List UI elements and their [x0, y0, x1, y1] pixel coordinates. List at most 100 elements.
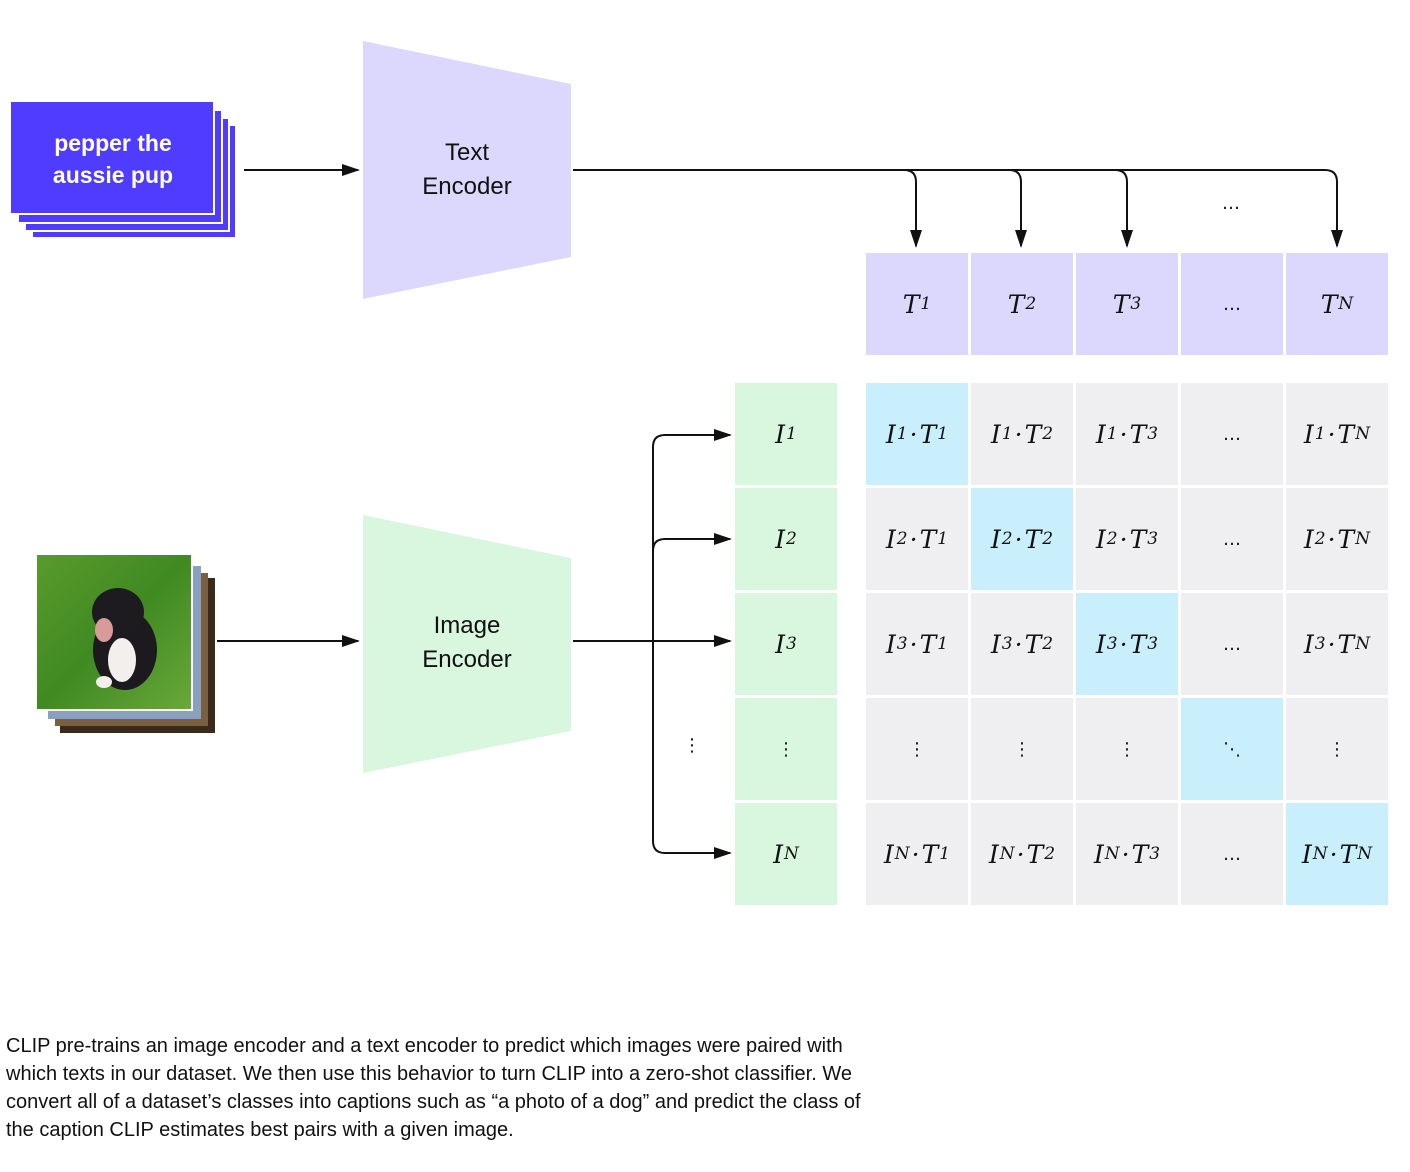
similarity-cell-2-3: I 2 · T 3: [1076, 488, 1178, 590]
dot-product-operator: ·: [1329, 839, 1338, 869]
symbol: T: [1129, 524, 1147, 554]
text-embedding-3: T3: [1076, 253, 1178, 355]
symbol: I: [883, 839, 894, 869]
similarity-cell-1-5: I 1 · T N: [1286, 383, 1388, 485]
text-encoder-line2: Encoder: [422, 173, 512, 200]
image-embedding-3: I3: [735, 593, 837, 695]
subscript: N: [1338, 294, 1354, 314]
image-encoder-label: Image Encoder: [363, 609, 571, 677]
symbol: I: [1301, 839, 1312, 869]
dot-product-operator: ·: [1016, 839, 1025, 869]
subscript: 1: [1106, 424, 1118, 444]
similarity-cell-5-1: I N · T 1: [866, 803, 968, 905]
symbol: T: [919, 629, 937, 659]
symbol: T: [1337, 629, 1355, 659]
subscript: 3: [786, 634, 797, 654]
symbol: I: [775, 419, 786, 449]
subscript: N: [1355, 634, 1371, 654]
image-encoder-line2: Encoder: [422, 646, 512, 673]
subscript: N: [1312, 844, 1328, 864]
symbol: T: [1320, 289, 1338, 319]
symbol: I: [775, 629, 786, 659]
subscript: 3: [1001, 634, 1013, 654]
similarity-cell-1-2: I 1 · T 2: [971, 383, 1073, 485]
dot-product-operator: ·: [1014, 419, 1023, 449]
subscript: N: [1355, 424, 1371, 444]
similarity-cell-2-5: I 2 · T N: [1286, 488, 1388, 590]
symbol: I: [990, 524, 1001, 554]
text-embedding-1: T1: [866, 253, 968, 355]
symbol: T: [1337, 524, 1355, 554]
similarity-cell-5-5: I N · T N: [1286, 803, 1388, 905]
subscript: 3: [1147, 634, 1159, 654]
symbol: T: [1339, 839, 1357, 869]
similarity-cell-4-4: ⋱: [1181, 698, 1283, 800]
dot-product-operator: ·: [1327, 419, 1336, 449]
subscript: 2: [1025, 294, 1037, 314]
subscript: 2: [1042, 424, 1054, 444]
symbol: I: [1303, 629, 1314, 659]
similarity-cell-1-3: I 1 · T 3: [1076, 383, 1178, 485]
symbol: T: [919, 524, 937, 554]
symbol: I: [1303, 524, 1314, 554]
column-ellipsis: …: [1222, 193, 1240, 214]
text-input-caption: pepper the aussie pup: [10, 101, 216, 216]
arrow-to-t3: [1114, 169, 1133, 248]
similarity-cell-3-1: I 3 · T 1: [866, 593, 968, 695]
arrow-to-t2: [1008, 169, 1027, 248]
subscript: N: [784, 844, 799, 864]
symbol: I: [988, 839, 999, 869]
similarity-cell-5-2: I N · T 2: [971, 803, 1073, 905]
subscript: 3: [896, 634, 908, 654]
symbol: I: [990, 419, 1001, 449]
symbol: I: [1095, 419, 1106, 449]
text-encoder-line1: Text: [444, 139, 489, 166]
subscript: 1: [939, 844, 951, 864]
dot-product-operator: ·: [1327, 629, 1336, 659]
subscript: 2: [1314, 529, 1326, 549]
subscript: 2: [1042, 634, 1054, 654]
subscript: N: [894, 844, 910, 864]
similarity-cell-5-3: I N · T 3: [1076, 803, 1178, 905]
symbol: I: [1093, 839, 1104, 869]
subscript: 3: [1149, 844, 1161, 864]
similarity-cell-3-4: …: [1181, 593, 1283, 695]
similarity-cell-2-4: …: [1181, 488, 1283, 590]
symbol: I: [885, 419, 896, 449]
subscript: N: [1357, 844, 1373, 864]
image-embedding-4: ⋮: [735, 698, 837, 800]
text-embedding-5: TN: [1286, 253, 1388, 355]
arrow-to-i2: [652, 533, 732, 552]
subscript: 2: [896, 529, 908, 549]
similarity-cell-4-5: ⋮: [1286, 698, 1388, 800]
similarity-cell-4-3: ⋮: [1076, 698, 1178, 800]
symbol: T: [1112, 289, 1130, 319]
subscript: 1: [1314, 424, 1326, 444]
arrow-to-t1: [903, 169, 922, 248]
symbol: I: [1095, 629, 1106, 659]
similarity-cell-3-3: I 3 · T 3: [1076, 593, 1178, 695]
symbol: I: [885, 629, 896, 659]
dot-product-operator: ·: [1119, 629, 1128, 659]
similarity-cell-4-2: ⋮: [971, 698, 1073, 800]
similarity-cell-4-1: ⋮: [866, 698, 968, 800]
text-input-line1: pepper the: [54, 129, 172, 156]
similarity-cell-3-2: I 3 · T 2: [971, 593, 1073, 695]
symbol: T: [1026, 839, 1044, 869]
subscript: 2: [1001, 529, 1013, 549]
dot-product-operator: ·: [1014, 629, 1023, 659]
subscript: 2: [1106, 529, 1118, 549]
dot-product-operator: ·: [911, 839, 920, 869]
dot-product-operator: ·: [1119, 524, 1128, 554]
symbol: T: [1129, 629, 1147, 659]
figure-caption: CLIP pre-trains an image encoder and a t…: [6, 1035, 861, 1141]
image-embedding-1: I1: [735, 383, 837, 485]
subscript: 3: [1147, 529, 1159, 549]
symbol: T: [1131, 839, 1149, 869]
symbol: I: [885, 524, 896, 554]
symbol: I: [773, 839, 783, 869]
symbol: T: [1337, 419, 1355, 449]
dot-product-operator: ·: [1014, 524, 1023, 554]
row-ellipsis: ⋮: [683, 735, 701, 756]
text-embedding-2: T2: [971, 253, 1073, 355]
